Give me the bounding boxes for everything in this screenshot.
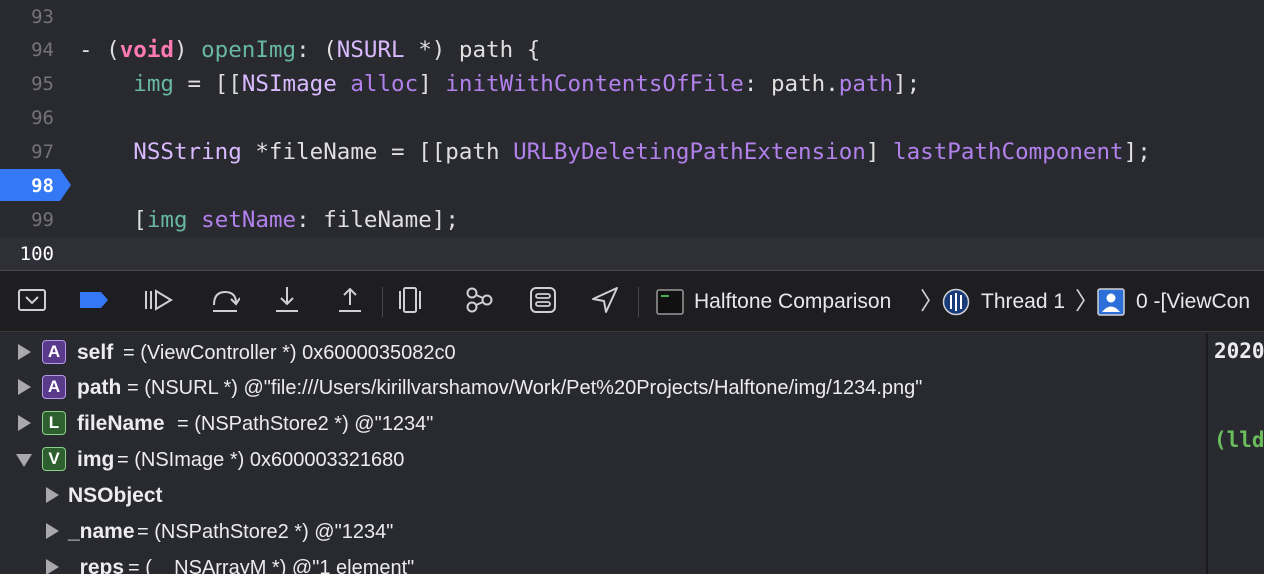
step-over-button[interactable] [210, 285, 241, 315]
chevron-right-icon: 〉 [920, 288, 944, 315]
code-line: 97 NSString *fileName = [[path URLByDele… [0, 135, 1264, 169]
debug-bar: Halftone Comparison 〉 Thread 1 〉 0 -[Vie… [0, 270, 1264, 332]
variable-value: = (NSURL *) @"file:///Users/kirillvarsha… [127, 377, 923, 399]
step-over-icon [213, 290, 241, 312]
variable-name: _name [68, 520, 135, 543]
local-badge-icon: L [42, 411, 66, 435]
continue-button[interactable] [143, 285, 173, 315]
environment-overrides-button[interactable] [528, 285, 558, 315]
code-text: - (void) openImg: (NSURL *) path { [79, 37, 541, 63]
variable-row[interactable]: L fileName = (NSPathStore2 *) @"1234" [0, 406, 1206, 442]
breakpoint-icon [80, 292, 108, 308]
line-number: 93 [31, 6, 54, 28]
disclosure-triangle-icon[interactable] [46, 487, 59, 503]
variable-value: = (NSImage *) 0x600003321680 [117, 449, 405, 471]
variable-name: _reps [68, 556, 125, 574]
step-into-icon [276, 287, 298, 312]
breadcrumb-thread[interactable]: Thread 1 [981, 288, 1065, 316]
variable-row[interactable]: A path = (NSURL *) @"file:///Users/kiril… [0, 370, 1206, 406]
debug-view-hierarchy-button[interactable] [395, 285, 425, 315]
disclosure-triangle-icon[interactable] [18, 379, 31, 395]
panel-collapse-icon [18, 289, 46, 311]
code-line: 99 [img setName: fileName]; [0, 203, 1264, 237]
line-number: 95 [31, 73, 54, 95]
variable-name: path [77, 376, 122, 399]
variable-badge-icon: V [42, 447, 66, 471]
variable-value: = (__NSArrayM *) @"1 element" [128, 557, 415, 574]
terminal-app-icon [656, 289, 684, 315]
code-line: 98 [0, 169, 1264, 203]
line-number: 94 [31, 39, 54, 61]
code-line-current: 100 [0, 237, 1264, 270]
variable-name: img [77, 448, 115, 471]
disclosure-triangle-icon[interactable] [18, 344, 31, 360]
code-line: 93 [0, 0, 1264, 34]
chevron-right-icon: 〉 [1075, 288, 1099, 315]
hide-debug-area-button[interactable] [17, 285, 47, 315]
variable-name: fileName [77, 412, 165, 435]
memory-graph-icon [466, 287, 493, 313]
step-out-icon [339, 287, 361, 312]
disclosure-triangle-icon[interactable] [18, 415, 31, 431]
line-number: 97 [31, 141, 54, 163]
console-output[interactable]: 2020 (lld [1208, 333, 1264, 574]
code-text: NSString *fileName = [[path URLByDeletin… [133, 139, 1151, 165]
variable-row[interactable]: _name = (NSPathStore2 *) @"1234" [0, 514, 1206, 550]
thread-icon [942, 288, 970, 316]
console-prompt: (lld [1214, 428, 1264, 452]
source-editor[interactable]: 93 94 - (void) openImg: (NSURL *) path {… [0, 0, 1264, 270]
simulate-location-button[interactable] [590, 285, 620, 315]
line-number: 100 [19, 243, 54, 265]
argument-badge-icon: A [42, 375, 66, 399]
code-line: 94 - (void) openImg: (NSURL *) path { [0, 33, 1264, 67]
variable-row[interactable]: _reps = (__NSArrayM *) @"1 element" [0, 550, 1206, 574]
environment-overrides-icon [530, 287, 556, 313]
step-into-button[interactable] [272, 285, 302, 315]
variable-name: NSObject [68, 484, 163, 507]
breadcrumb-process[interactable]: Halftone Comparison [694, 288, 891, 316]
continue-icon [145, 289, 173, 311]
line-number: 99 [31, 209, 54, 231]
disclosure-triangle-expanded-icon[interactable] [16, 454, 32, 467]
disclosure-triangle-icon[interactable] [46, 523, 59, 539]
code-text: [img setName: fileName]; [79, 207, 459, 233]
step-out-button[interactable] [335, 285, 365, 315]
variable-row[interactable]: NSObject [0, 478, 1206, 514]
variable-name: self [77, 341, 114, 364]
console-line: 2020 [1214, 339, 1264, 363]
line-number: 96 [31, 107, 54, 129]
variable-row[interactable]: A self = (ViewController *) 0x6000035082… [0, 335, 1206, 371]
debug-memory-graph-button[interactable] [464, 285, 494, 315]
variable-value: = (NSPathStore2 *) @"1234" [137, 521, 394, 543]
code-text: img = [[NSImage alloc] initWithContentsO… [133, 71, 921, 97]
argument-badge-icon: A [42, 340, 66, 364]
line-number: 98 [31, 175, 54, 197]
separator [382, 287, 383, 317]
breadcrumb-frame[interactable]: 0 -[ViewCon [1136, 288, 1250, 316]
variable-value: = (ViewController *) 0x6000035082c0 [123, 342, 456, 364]
separator [638, 287, 639, 317]
variable-row[interactable]: V img = (NSImage *) 0x600003321680 [0, 442, 1206, 478]
breakpoints-toggle-button[interactable] [79, 285, 109, 315]
variables-view[interactable]: A self = (ViewController *) 0x6000035082… [0, 333, 1206, 574]
disclosure-triangle-icon[interactable] [46, 559, 59, 574]
code-line: 96 [0, 101, 1264, 135]
code-line: 95 img = [[NSImage alloc] initWithConten… [0, 67, 1264, 101]
view-hierarchy-icon [399, 287, 421, 313]
stack-frame-user-icon [1097, 288, 1125, 316]
location-icon [592, 287, 618, 313]
variable-value: = (NSPathStore2 *) @"1234" [177, 413, 434, 435]
